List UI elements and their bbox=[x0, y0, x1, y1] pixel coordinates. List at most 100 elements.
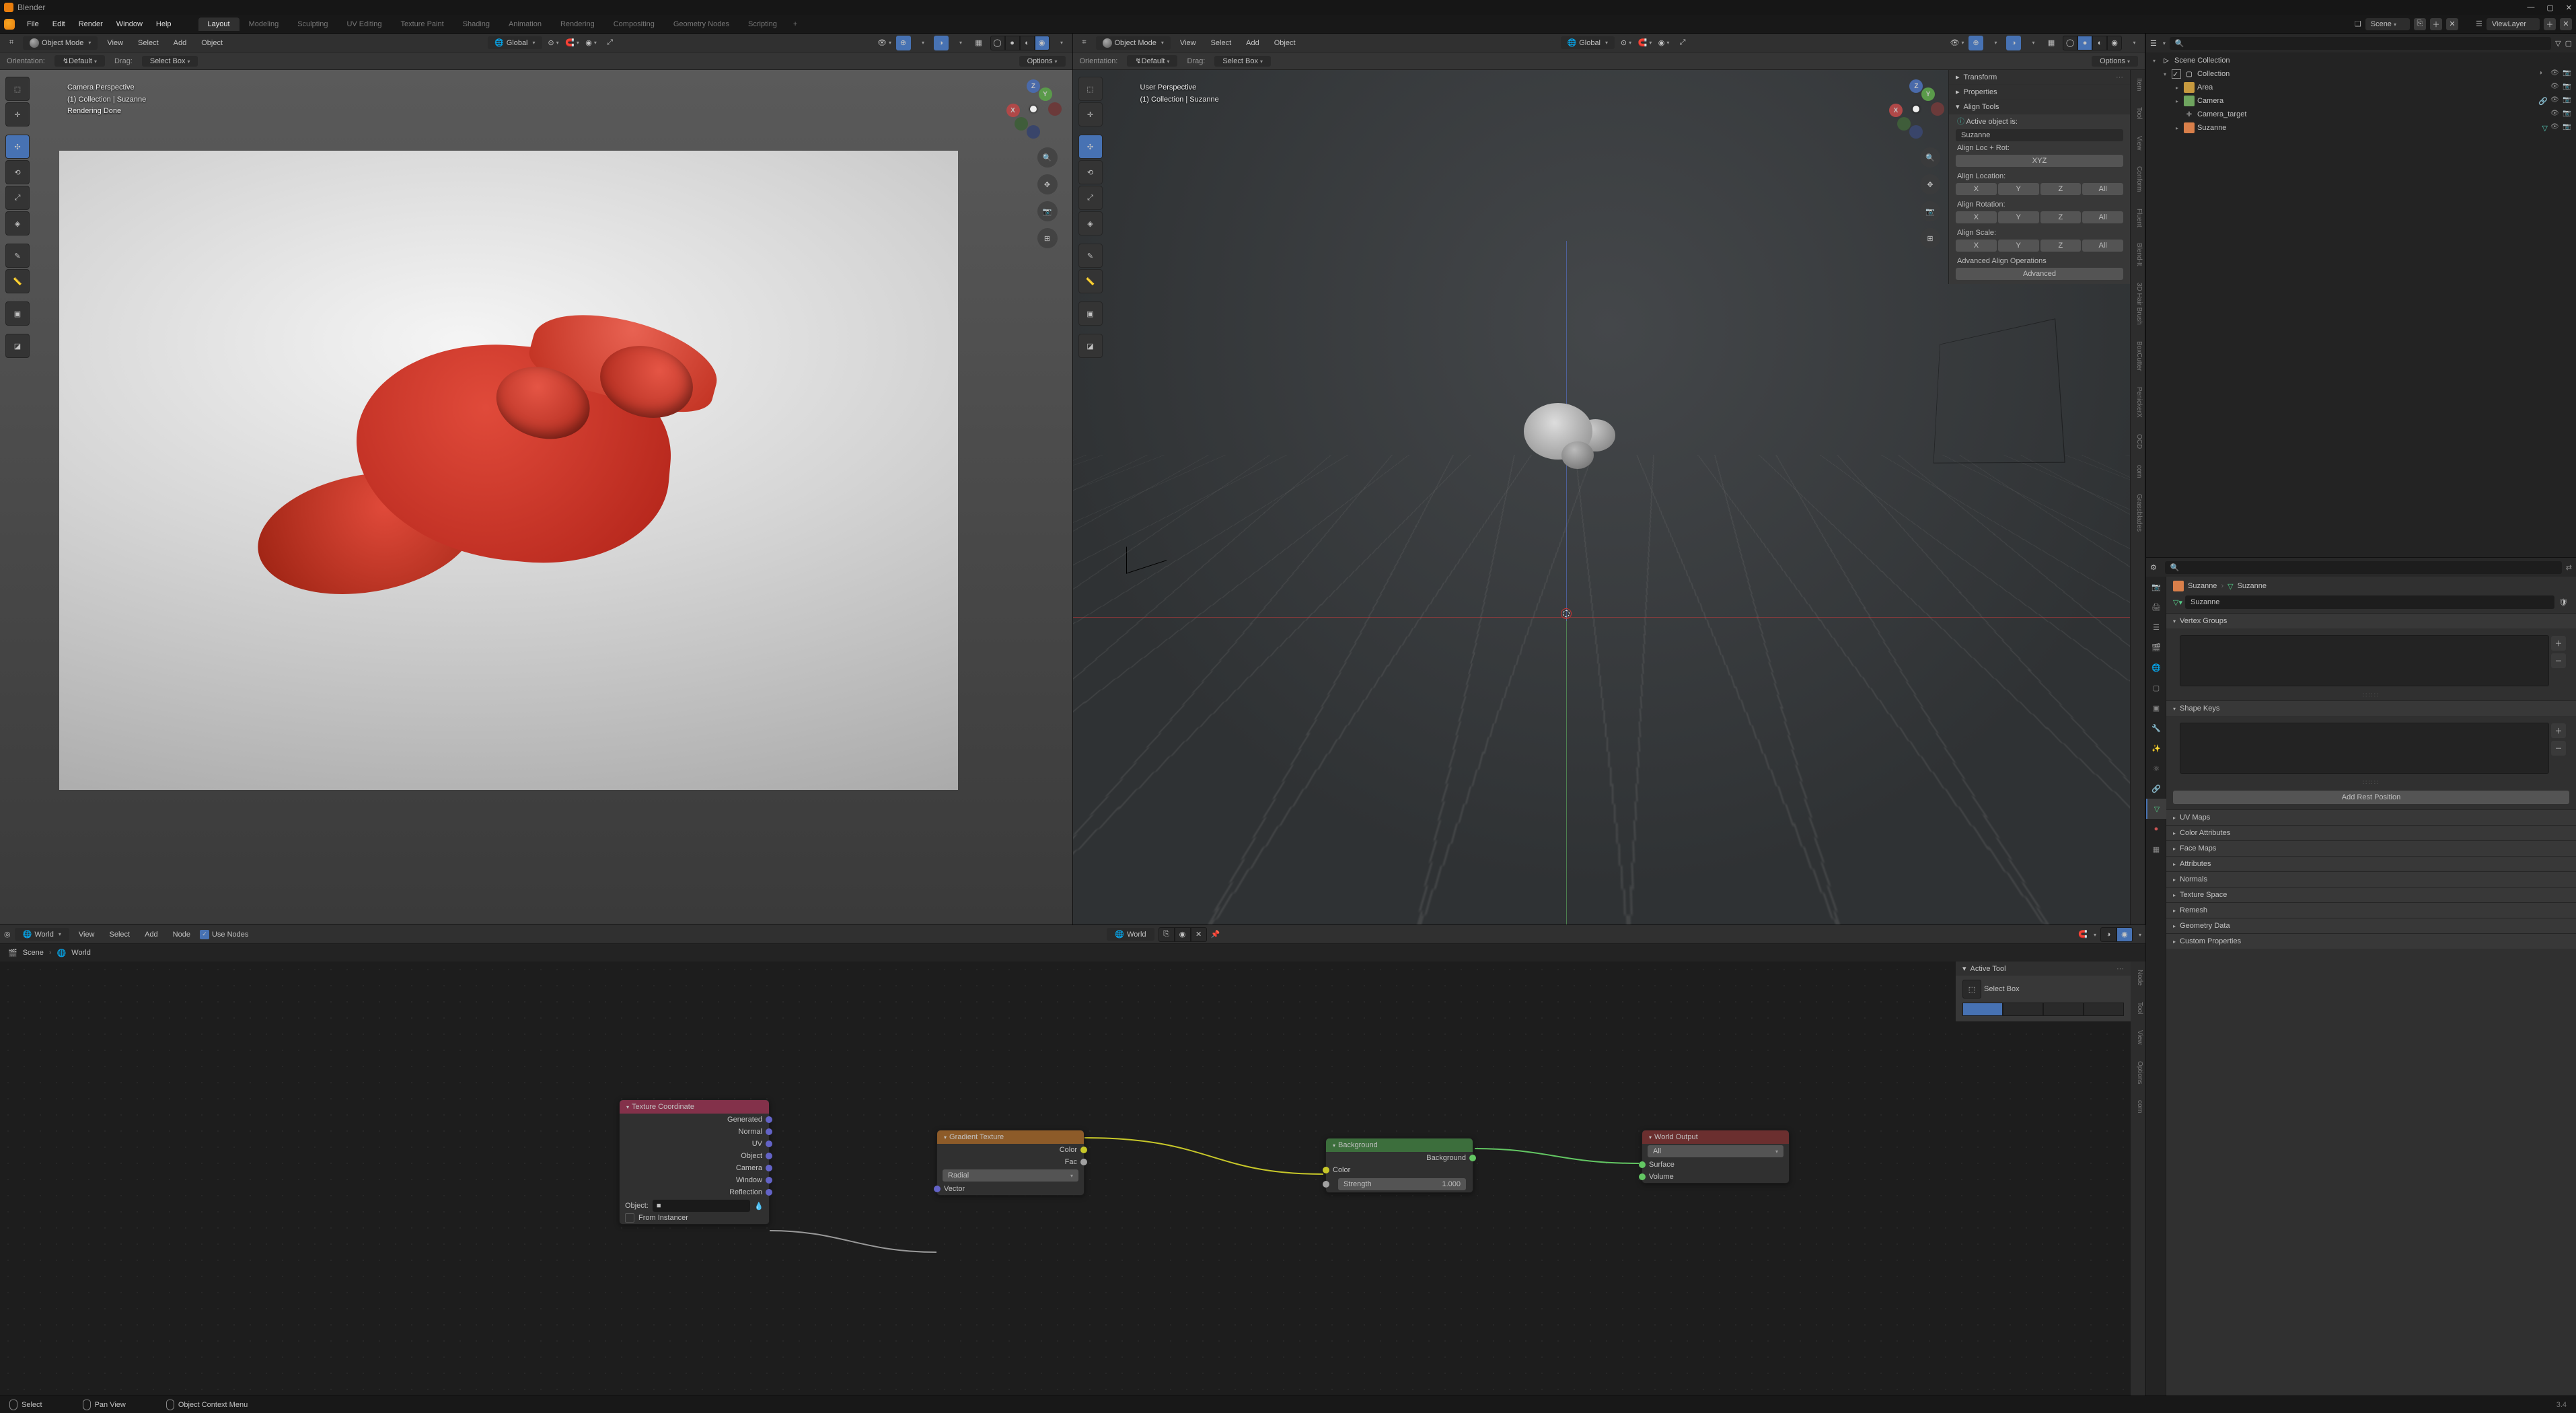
tab-scripting[interactable]: Scripting bbox=[739, 17, 786, 31]
vg-add[interactable]: ＋ bbox=[2551, 636, 2566, 651]
scene-new-button[interactable]: ＋ bbox=[2430, 18, 2442, 30]
shading-solid[interactable]: ● bbox=[1005, 36, 1020, 50]
xray-toggle-r[interactable]: ▦ bbox=[2044, 36, 2059, 50]
panel-transform-header[interactable]: ▸Transform⋯ bbox=[1949, 70, 2130, 85]
suz-eye[interactable]: 👁 bbox=[2550, 123, 2560, 133]
scene-copy-button[interactable]: ⎘ bbox=[2414, 18, 2426, 30]
axis-neg-z-r[interactable] bbox=[1909, 125, 1923, 139]
align-loc-x[interactable]: X bbox=[1956, 183, 1997, 195]
out-reflection[interactable]: Reflection bbox=[620, 1186, 769, 1198]
align-rot-z[interactable]: Z bbox=[2040, 211, 2082, 223]
align-rot-y[interactable]: Y bbox=[1998, 211, 2039, 223]
axis-x-r[interactable]: X bbox=[1889, 104, 1903, 117]
close-button[interactable]: ✕ bbox=[2566, 3, 2572, 12]
tab-viewlayer[interactable]: ☰ bbox=[2146, 617, 2166, 637]
tab-physics[interactable]: ⚛ bbox=[2146, 758, 2166, 778]
tab-animation[interactable]: Animation bbox=[499, 17, 551, 31]
tool-transform[interactable]: ◈ bbox=[5, 211, 30, 236]
align-rot-x[interactable]: X bbox=[1956, 211, 1997, 223]
from-instancer-checkbox[interactable] bbox=[625, 1213, 634, 1223]
tool-cursor[interactable]: ✛ bbox=[5, 102, 30, 126]
tool-annotate[interactable]: ✎ bbox=[5, 244, 30, 268]
tool-select[interactable]: ⬚ bbox=[5, 77, 30, 101]
maximize-button[interactable]: ▢ bbox=[2546, 3, 2553, 12]
menu-edit[interactable]: Edit bbox=[46, 17, 72, 31]
overlay-dropdown-r[interactable] bbox=[2025, 36, 2040, 50]
area-render[interactable]: 📷 bbox=[2563, 83, 2572, 92]
pan-button[interactable]: ✥ bbox=[1037, 174, 1058, 194]
tab-particles[interactable]: ✨ bbox=[2146, 738, 2166, 758]
nav-gizmo[interactable]: Z Y X bbox=[1006, 82, 1060, 136]
exclude-icon[interactable]: ◑ bbox=[2538, 69, 2548, 79]
placement-button[interactable]: ⤢ bbox=[603, 36, 618, 50]
orientation-select[interactable]: 🌐Global bbox=[488, 36, 542, 49]
advanced-button[interactable]: Advanced bbox=[1956, 268, 2123, 280]
tool-extra[interactable]: ◪ bbox=[5, 334, 30, 358]
ne-menu-node[interactable]: Node bbox=[168, 929, 196, 940]
ne-tab-options[interactable]: Options bbox=[2131, 1053, 2145, 1092]
menu-help[interactable]: Help bbox=[149, 17, 178, 31]
gizmo-toggle-r[interactable]: ⊕ bbox=[1968, 36, 1983, 50]
out-generated[interactable]: Generated bbox=[620, 1114, 769, 1126]
viewlayer-delete-button[interactable]: ✕ bbox=[2560, 18, 2572, 30]
camera-view-button[interactable]: 📷 bbox=[1037, 201, 1058, 221]
mode-select[interactable]: Object Mode bbox=[23, 36, 98, 50]
tab-uv-editing[interactable]: UV Editing bbox=[337, 17, 391, 31]
unlink-button[interactable]: ✕ bbox=[1191, 927, 1207, 942]
new-world-button[interactable]: ◉ bbox=[1175, 927, 1191, 942]
gizmo-dropdown-r[interactable] bbox=[1987, 36, 2002, 50]
eyedropper-icon[interactable]: 💧 bbox=[754, 1202, 764, 1210]
vp-menu-view[interactable]: View bbox=[102, 38, 128, 48]
tool-measure[interactable]: 📏 bbox=[5, 269, 30, 293]
mode-select-r[interactable]: Object Mode bbox=[1096, 36, 1171, 50]
tab-world[interactable]: 🌐 bbox=[2146, 657, 2166, 678]
overlay-dropdown[interactable] bbox=[953, 36, 967, 50]
drag-select[interactable]: Select Box bbox=[142, 56, 198, 67]
viewport-right-body[interactable]: User Perspective (1) Collection | Suzann… bbox=[1073, 70, 2145, 925]
axis-y[interactable]: Y bbox=[1039, 87, 1052, 101]
vp-menu-object[interactable]: Object bbox=[196, 38, 228, 48]
ntab-blendit[interactable]: Blend-It bbox=[2131, 235, 2145, 274]
fake-user-toggle[interactable]: 🛡 bbox=[2557, 598, 2569, 607]
tab-texture[interactable]: ▦ bbox=[2146, 839, 2166, 859]
tab-modeling[interactable]: Modeling bbox=[240, 17, 289, 31]
in-strength[interactable]: Strength1.000 bbox=[1326, 1176, 1473, 1192]
gradient-type[interactable]: Radial bbox=[943, 1169, 1078, 1182]
ne-snap[interactable]: 🧲 bbox=[2078, 930, 2088, 939]
ntab-tool[interactable]: Tool bbox=[2131, 99, 2145, 127]
menu-window[interactable]: Window bbox=[110, 17, 149, 31]
outliner-search[interactable]: 🔍 bbox=[2170, 37, 2551, 50]
tool-addcube[interactable]: ▣ bbox=[5, 301, 30, 326]
outliner-item-suzanne[interactable]: ▸ Suzanne ▽ 👁📷 bbox=[2146, 121, 2576, 135]
tab-texture-paint[interactable]: Texture Paint bbox=[391, 17, 453, 31]
outliner-item-camera-target[interactable]: ✛ Camera_target 👁📷 bbox=[2146, 108, 2576, 121]
props-type-icon[interactable]: ⚙ bbox=[2150, 563, 2157, 572]
tab-material[interactable]: ● bbox=[2146, 819, 2166, 839]
object-picker[interactable]: ■ bbox=[653, 1200, 750, 1212]
shading-matprev-r[interactable]: ◐ bbox=[2092, 36, 2107, 50]
tool-cursor-r[interactable]: ✛ bbox=[1078, 102, 1103, 126]
vpr-menu-select[interactable]: Select bbox=[1206, 38, 1237, 48]
vg-remove[interactable]: － bbox=[2551, 653, 2566, 668]
ne-menu-add[interactable]: Add bbox=[139, 929, 163, 940]
sk-add[interactable]: ＋ bbox=[2551, 723, 2566, 738]
select-mode-3[interactable] bbox=[2043, 1003, 2084, 1016]
ntab-grassblades[interactable]: Grassblades bbox=[2131, 486, 2145, 540]
tool-scale[interactable]: ⤢ bbox=[5, 186, 30, 210]
tab-layout[interactable]: Layout bbox=[198, 17, 240, 31]
suz-render[interactable]: 📷 bbox=[2563, 123, 2572, 133]
outliner-scene-collection[interactable]: ▾▷ Scene Collection bbox=[2146, 54, 2576, 67]
vpr-menu-view[interactable]: View bbox=[1175, 38, 1202, 48]
align-loc-y[interactable]: Y bbox=[1998, 183, 2039, 195]
use-nodes-checkbox[interactable]: ✓Use Nodes bbox=[200, 930, 248, 939]
tab-collection-props[interactable]: ▢ bbox=[2146, 678, 2166, 698]
outliner-display[interactable] bbox=[2161, 39, 2166, 47]
section-uv-maps[interactable]: ▸UV Maps bbox=[2166, 810, 2576, 825]
axis-neg-x[interactable] bbox=[1048, 102, 1062, 116]
tab-modifiers[interactable]: 🔧 bbox=[2146, 718, 2166, 738]
section-remesh[interactable]: ▸Remesh bbox=[2166, 903, 2576, 918]
out-color[interactable]: Color bbox=[937, 1144, 1084, 1156]
ne-tab-view[interactable]: View bbox=[2131, 1022, 2145, 1053]
outliner-new-collection[interactable]: ▢ bbox=[2565, 39, 2572, 48]
align-scale-y[interactable]: Y bbox=[1998, 240, 2039, 252]
